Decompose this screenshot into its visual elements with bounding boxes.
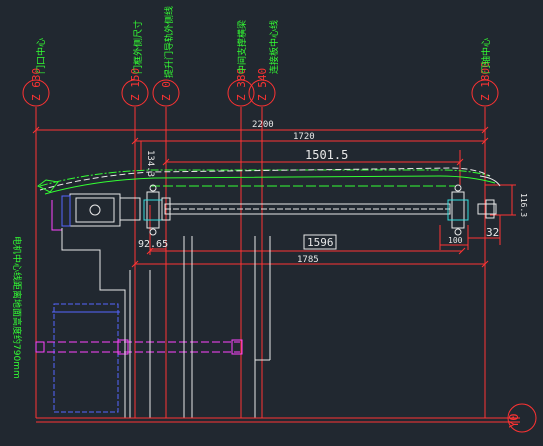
cad-drawing: Z 630 Z 150 Z 0 Z 380 Z 540 Z 1800 门口中心 … xyxy=(0,0,543,446)
axis-note-4: 中间支撑横梁 xyxy=(236,20,248,74)
axis-bubble-labels: Z 630 Z 150 Z 0 Z 380 Z 540 Z 1800 xyxy=(30,61,492,101)
axis-label-3: Z 0 xyxy=(160,81,173,101)
dim-2200: 2200 xyxy=(252,120,274,130)
dim-32: 32 xyxy=(486,226,499,239)
rail-assembly xyxy=(37,167,501,215)
axis-gridlines xyxy=(35,107,486,418)
motor-unit xyxy=(51,193,141,231)
dim-1785: 1785 xyxy=(297,255,319,265)
axis-note-1: 门口中心 xyxy=(35,38,47,74)
dim-100: 100 xyxy=(448,236,463,245)
axis-label-5: Z 540 xyxy=(256,68,269,101)
motor-height-note: 电机中心线距离地面高度约790mm xyxy=(11,236,23,379)
dimension-lines xyxy=(32,126,516,268)
dim-1596: 1596 xyxy=(307,236,334,249)
axis-note-3: 提升门导轨外侧线 xyxy=(163,6,175,78)
drawing-canvas[interactable]: Z 630 Z 150 Z 0 Z 380 Z 540 Z 1800 门口中心 … xyxy=(0,0,543,446)
dim-134: 134.3 xyxy=(145,150,155,177)
axis-note-5: 连接板中心线 xyxy=(268,20,280,74)
dim-9265: 92.65 xyxy=(138,239,168,250)
dim-1163: 116.3 xyxy=(519,193,528,217)
row-bubble-y0: Y0 xyxy=(485,403,537,433)
row-label: Y0 xyxy=(507,414,521,428)
axis-note-2: 门框外侧尺寸 xyxy=(132,20,144,74)
axis-notes: 门口中心 门框外侧尺寸 提升门导轨外侧线 中间支撑横梁 连接板中心线 门轴中心 xyxy=(35,6,492,78)
dimension-texts: 2200 1720 1501.5 1596 1785 134.3 92.65 1… xyxy=(138,120,528,265)
dim-1501: 1501.5 xyxy=(305,148,348,162)
dim-1720: 1720 xyxy=(293,132,315,142)
axis-note-6: 门轴中心 xyxy=(480,38,492,74)
frame-structure xyxy=(35,228,520,423)
